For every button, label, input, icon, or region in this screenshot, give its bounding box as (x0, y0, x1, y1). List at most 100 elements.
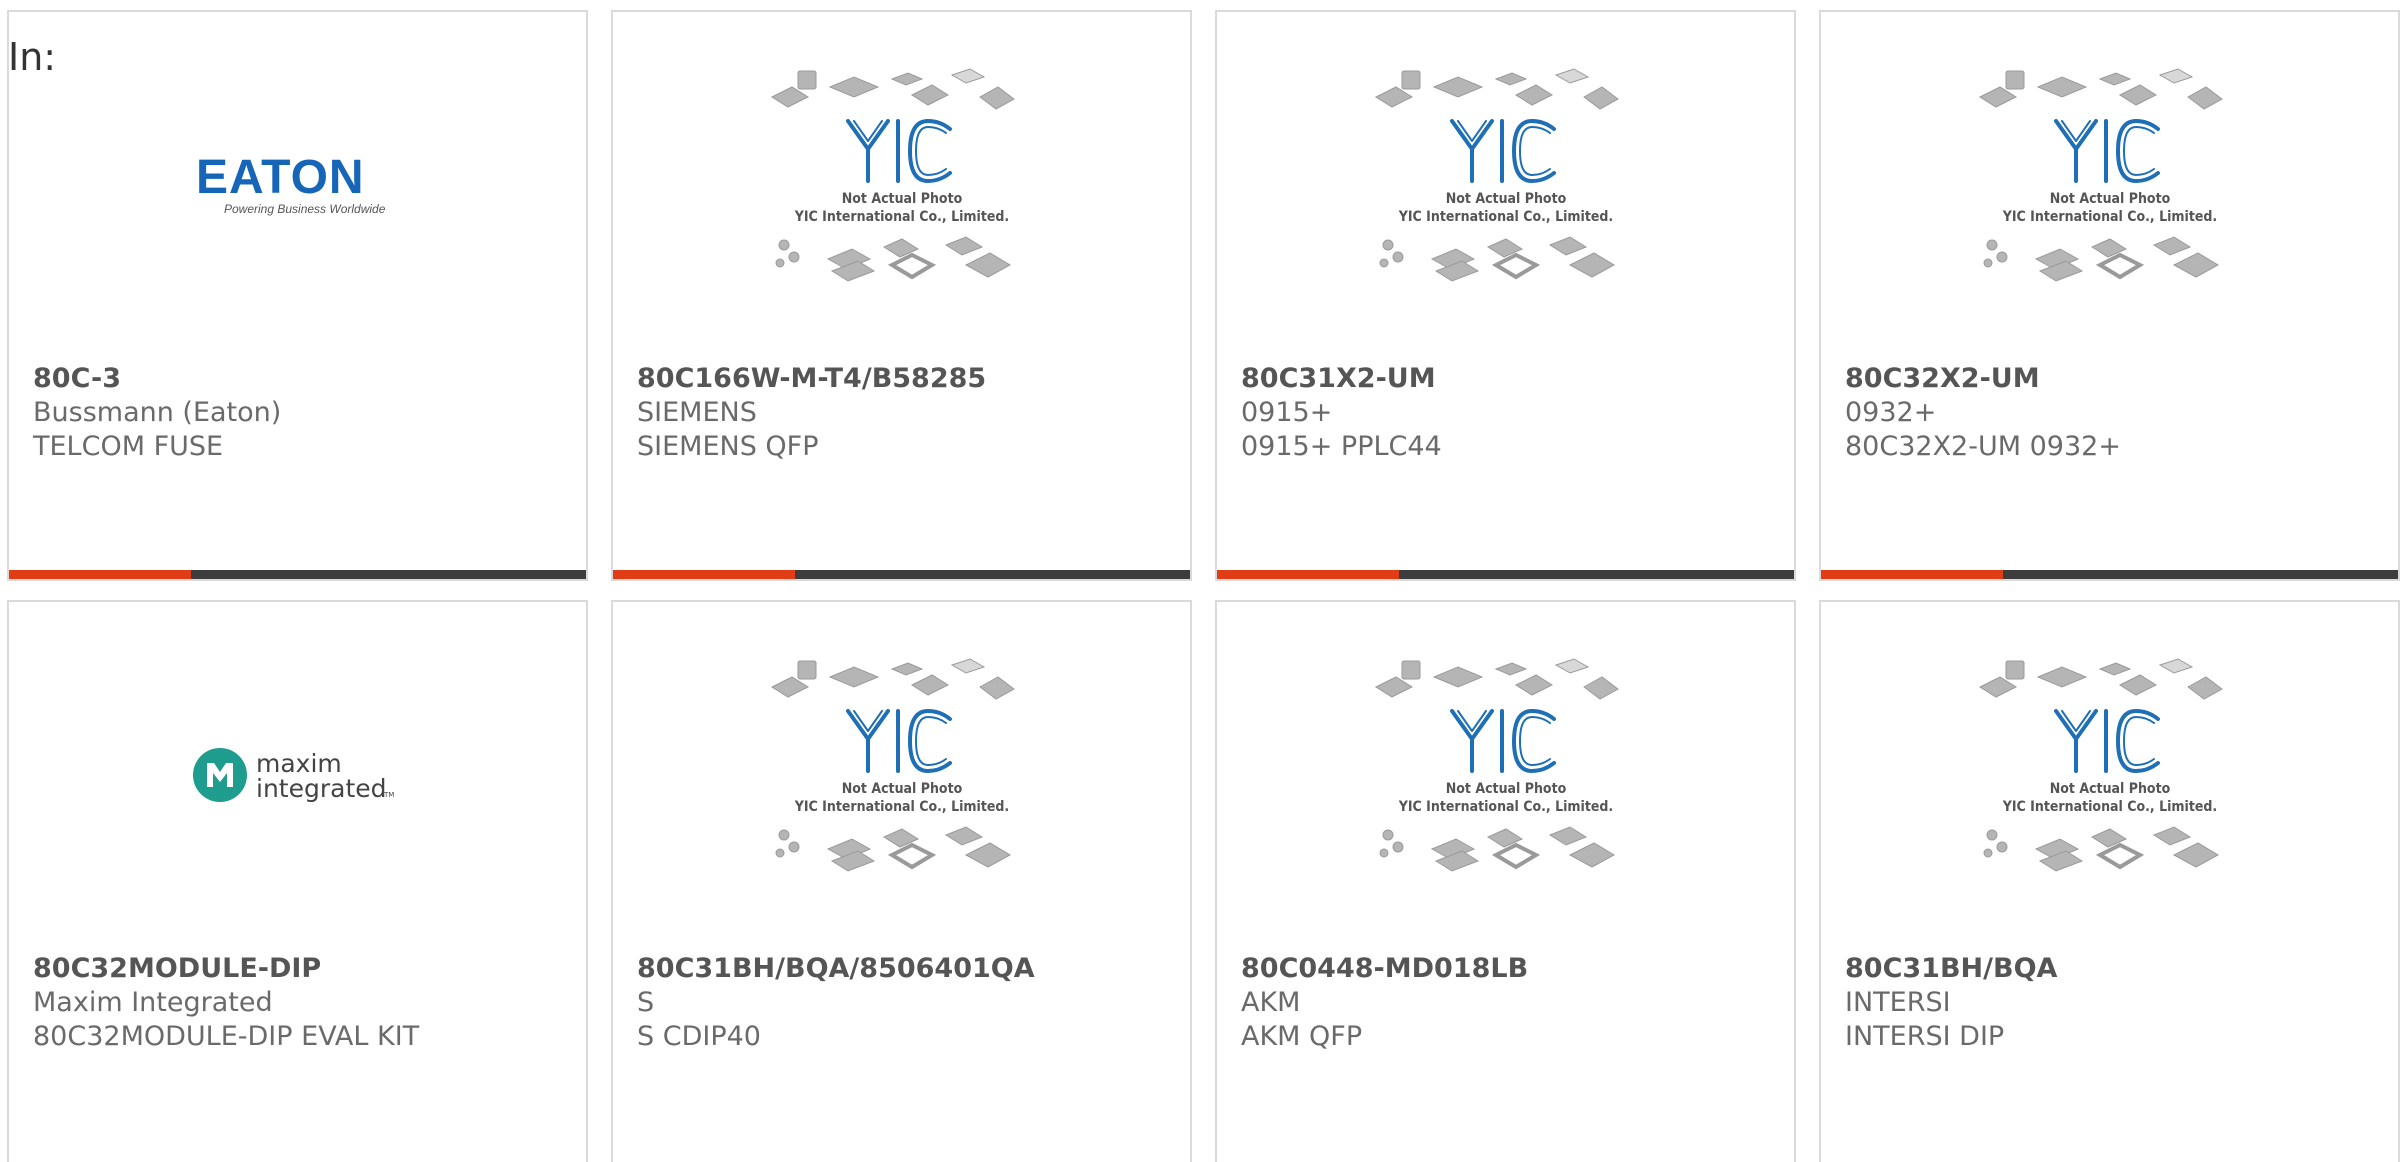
chip-icons-top (1374, 67, 1619, 110)
chip-icon (1554, 657, 1589, 674)
yic-placeholder-image: Not Actual Photo YIC International Co., … (1374, 67, 1619, 282)
product-grid-page: In: EATON Powering Business Worldwide 80… (0, 0, 2400, 1162)
chip-icon (2005, 70, 2024, 89)
part-number[interactable]: 80C31BH/BQA/8506401QA (637, 952, 1180, 986)
chip-icon (2186, 85, 2223, 110)
chip-icon (887, 252, 936, 279)
product-image[interactable]: Not Actual Photo YIC International Co., … (613, 12, 1190, 357)
chip-icon (910, 673, 949, 696)
chip-icon (2152, 235, 2191, 256)
card-bar (1217, 570, 1794, 579)
chip-icon (944, 825, 983, 846)
product-image[interactable]: EATON Powering Business Worldwide (9, 12, 586, 357)
chip-icon (950, 657, 985, 674)
chip-icon (2095, 842, 2144, 869)
manufacturer: AKM (1241, 987, 1301, 1018)
chip-icon (828, 665, 879, 688)
chip-icon (2118, 673, 2157, 696)
eaton-logo: EATON Powering Business Worldwide (196, 151, 386, 216)
chip-icons-bottom (1379, 235, 1615, 282)
maxim-wordmark-2: integrated (256, 774, 387, 803)
maxim-tm: TM (383, 791, 394, 799)
chip-icons-bottom (1379, 825, 1615, 872)
yic-mark (845, 118, 952, 183)
yic-caption-2: YIC International Co., Limited. (1397, 799, 1612, 815)
product-image[interactable]: Not Actual Photo YIC International Co., … (1217, 602, 1794, 947)
chip-icon (828, 75, 879, 98)
manufacturer: S (637, 987, 655, 1018)
part-number[interactable]: 80C32MODULE-DIP (33, 952, 576, 986)
product-image[interactable]: Not Actual Photo YIC International Co., … (1821, 602, 2398, 947)
product-image[interactable]: maxim integrated TM (9, 602, 586, 947)
eaton-wordmark: EATON (196, 151, 365, 204)
chip-icon (1986, 239, 1997, 250)
chip-icon (2172, 841, 2219, 868)
product-card[interactable]: EATON Powering Business Worldwide 80C-3 … (7, 10, 588, 581)
part-number[interactable]: 80C-3 (33, 362, 576, 396)
chip-icon (1432, 665, 1483, 688)
description: SIEMENS QFP (637, 431, 819, 462)
product-card[interactable]: Not Actual Photo YIC International Co., … (1819, 10, 2400, 581)
chip-icon (1983, 848, 1992, 857)
part-number[interactable]: 80C0448-MD018LB (1241, 952, 1784, 986)
part-number[interactable]: 80C31X2-UM (1241, 362, 1784, 396)
chip-icon (1392, 251, 1403, 262)
chip-icon (1568, 251, 1615, 278)
part-number[interactable]: 80C32X2-UM (1845, 362, 2388, 396)
chip-icon (950, 67, 985, 84)
product-card[interactable]: Not Actual Photo YIC International Co., … (1215, 600, 1796, 1162)
yic-placeholder-image: Not Actual Photo YIC International Co., … (1978, 657, 2223, 872)
chip-icons-bottom (775, 235, 1011, 282)
product-card[interactable]: Not Actual Photo YIC International Co., … (611, 600, 1192, 1162)
chip-icon (778, 239, 789, 250)
chip-icon (978, 85, 1015, 110)
chip-icon (1554, 67, 1589, 84)
product-info: 80C0448-MD018LB AKM AKM QFP (1241, 952, 1784, 1054)
yic-mark (1449, 708, 1556, 773)
chip-icon (1374, 85, 1413, 108)
yic-mark (845, 708, 952, 773)
yic-caption-1: Not Actual Photo (2049, 191, 2170, 207)
card-bar-accent (1217, 570, 1399, 579)
chip-icon (2158, 67, 2193, 84)
product-image[interactable]: Not Actual Photo YIC International Co., … (1821, 12, 2398, 357)
part-number[interactable]: 80C166W-M-T4/B58285 (637, 362, 1180, 396)
chip-icon (1382, 239, 1393, 250)
chip-icon (1494, 71, 1527, 86)
manufacturer: Bussmann (Eaton) (33, 397, 282, 428)
product-image[interactable]: Not Actual Photo YIC International Co., … (1217, 12, 1794, 357)
chip-icon (1401, 660, 1420, 679)
description: INTERSI DIP (1845, 1021, 2005, 1052)
chip-icon (944, 235, 983, 256)
chip-icons-top (1374, 657, 1619, 700)
chip-icon (1379, 258, 1388, 267)
chip-icon (1983, 258, 1992, 267)
product-card[interactable]: Not Actual Photo YIC International Co., … (611, 10, 1192, 581)
chip-icon (1996, 841, 2007, 852)
product-card[interactable]: Not Actual Photo YIC International Co., … (1215, 10, 1796, 581)
chip-icon (910, 83, 949, 106)
card-bar-accent (613, 570, 795, 579)
chip-icons-bottom (775, 825, 1011, 872)
chip-icon (1392, 841, 1403, 852)
manufacturer: 0932+ (1845, 397, 1937, 428)
chip-icon (890, 661, 923, 676)
yic-placeholder-image: Not Actual Photo YIC International Co., … (770, 67, 1015, 282)
chip-icon (778, 829, 789, 840)
chip-icon (964, 841, 1011, 868)
chip-icons-top (1978, 67, 2223, 110)
product-info: 80C31BH/BQA/8506401QA S S CDIP40 (637, 952, 1180, 1054)
maxim-logo: maxim integrated TM (192, 747, 394, 803)
chip-icon (2172, 251, 2219, 278)
product-card[interactable]: maxim integrated TM 80C32MODULE-DIP Maxi… (7, 600, 588, 1162)
manufacturer: Maxim Integrated (33, 987, 273, 1018)
product-info: 80C31X2-UM 0915+ 0915+ PPLC44 (1241, 362, 1784, 464)
product-card[interactable]: Not Actual Photo YIC International Co., … (1819, 600, 2400, 1162)
yic-mark (1449, 118, 1556, 183)
part-number[interactable]: 80C31BH/BQA (1845, 952, 2388, 986)
description: 0915+ PPLC44 (1241, 431, 1442, 462)
chip-icons-top (1978, 657, 2223, 700)
chip-icon (1548, 235, 1587, 256)
chip-icon (770, 675, 809, 698)
product-image[interactable]: Not Actual Photo YIC International Co., … (613, 602, 1190, 947)
